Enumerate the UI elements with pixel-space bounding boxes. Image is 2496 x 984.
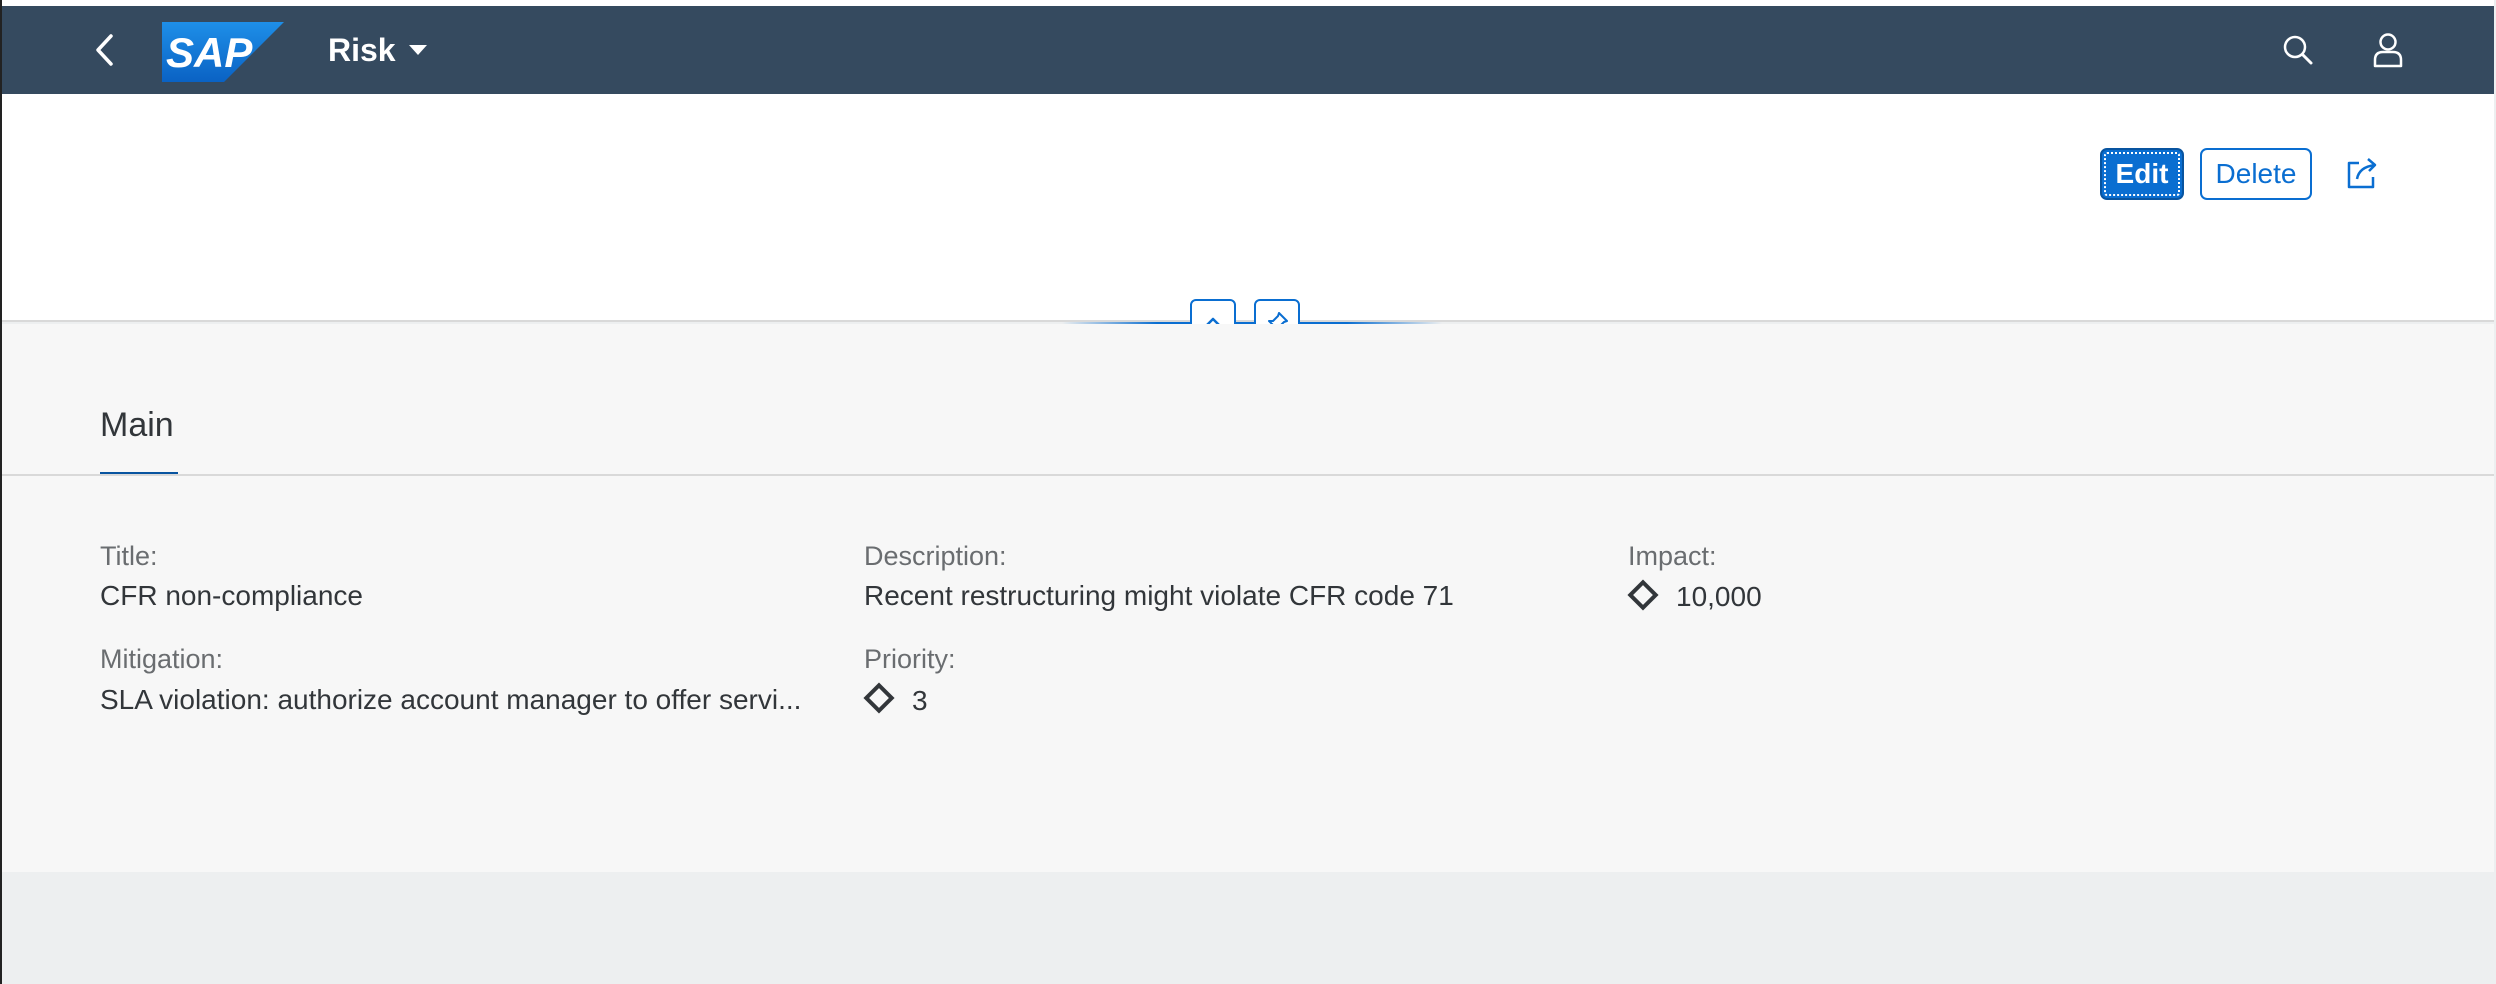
logo-text: SAP <box>166 29 253 76</box>
mitigation-value: SLA violation: authorize account manager… <box>100 684 802 715</box>
user-icon <box>2373 33 2403 68</box>
share-button[interactable] <box>2336 148 2388 200</box>
page-footer-area <box>2 872 2494 984</box>
delete-button[interactable]: Delete <box>2200 148 2312 200</box>
tab-bar-separator <box>2 474 2494 476</box>
share-icon <box>2347 158 2377 189</box>
description-value: Recent restructuring might violate CFR c… <box>864 580 1454 611</box>
app-window: SAP Risk Edit Delete Main Title: CFR non… <box>0 0 2494 984</box>
caret-down-icon <box>408 45 427 55</box>
search-icon <box>2283 35 2313 65</box>
app-title: Risk <box>328 31 396 68</box>
priority-criticality-icon <box>863 682 895 714</box>
tab-main[interactable]: Main <box>100 406 174 445</box>
back-button[interactable] <box>80 26 128 74</box>
search-button[interactable] <box>2272 24 2324 76</box>
priority-value: 3 <box>912 685 928 716</box>
title-label: Title: <box>100 541 158 571</box>
object-header: Edit Delete <box>2 94 2494 322</box>
impact-criticality-icon <box>1627 579 1659 611</box>
mitigation-label: Mitigation: <box>100 644 224 674</box>
edit-button[interactable]: Edit <box>2100 148 2184 200</box>
impact-value: 10,000 <box>1676 581 1762 612</box>
impact-label: Impact: <box>1628 541 1717 571</box>
user-button[interactable] <box>2362 24 2414 76</box>
priority-label: Priority: <box>864 644 956 674</box>
sap-logo-graphic: SAP <box>162 22 284 82</box>
description-label: Description: <box>864 541 1007 571</box>
sap-logo[interactable]: SAP <box>162 22 284 82</box>
content-area: Main Title: CFR non-compliance Descripti… <box>2 324 2494 872</box>
chevron-left-icon <box>96 34 113 66</box>
app-title-menu[interactable]: Risk <box>328 28 428 72</box>
shell-bar: SAP Risk <box>2 6 2494 94</box>
title-value: CFR non-compliance <box>100 580 363 611</box>
